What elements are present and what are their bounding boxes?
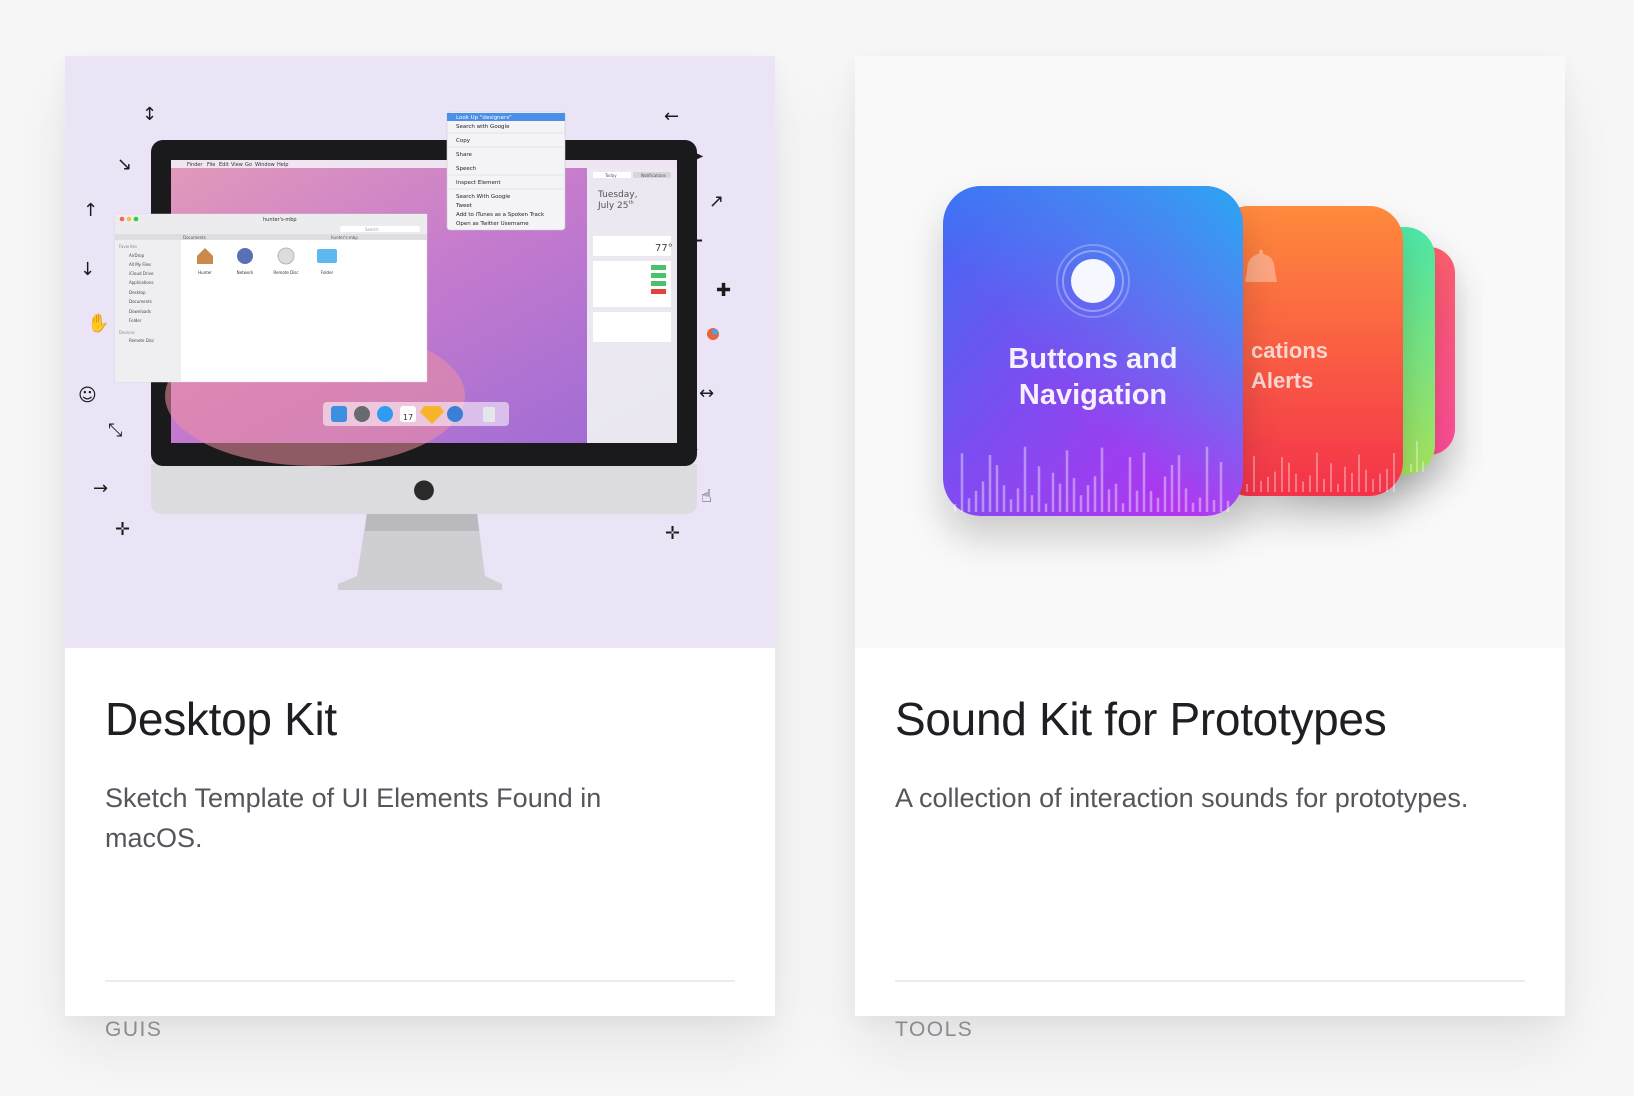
- divider: [895, 980, 1525, 982]
- sound-kit-hero-image: cations Alerts Buttons and Navigation: [855, 56, 1565, 648]
- svg-text:Today: Today: [604, 173, 617, 178]
- notification-date: July 25th: [597, 200, 634, 211]
- menubar-file: File: [207, 162, 215, 168]
- resize-diagonal-cursor-icon: ⤡: [108, 420, 122, 441]
- svg-text:Hunter: Hunter: [198, 270, 212, 275]
- alerts-card-label: Alerts: [1251, 368, 1313, 393]
- arrow-ne-cursor-icon: ↗: [709, 191, 724, 212]
- dock-messages-icon: [377, 406, 393, 422]
- card-description: Sketch Template of UI Elements Found in …: [105, 783, 602, 853]
- cell-cursor-icon: ✚: [716, 280, 731, 301]
- dock-finder-icon: [331, 406, 347, 422]
- svg-text:Downloads: Downloads: [129, 309, 151, 314]
- notification-day: Tuesday,: [597, 190, 637, 200]
- network-icon: [237, 248, 253, 264]
- divider: [105, 980, 735, 982]
- weather-temp: 77°: [655, 243, 673, 254]
- arrow-right-cursor-icon: →: [93, 478, 108, 499]
- arrow-left-cursor-icon: ←: [664, 106, 679, 127]
- svg-text:Copy: Copy: [456, 138, 471, 144]
- calendar-widget: [593, 312, 671, 342]
- svg-text:Remote Disc: Remote Disc: [129, 338, 154, 343]
- svg-text:Favorites: Favorites: [119, 244, 137, 249]
- remote-disc-icon: [277, 247, 295, 265]
- resize-se-cursor-icon: ↘: [117, 154, 132, 175]
- svg-text:Search with Google: Search with Google: [456, 124, 510, 130]
- crosshair-cursor-icon: ✛: [115, 519, 130, 540]
- svg-text:Inspect Element: Inspect Element: [456, 180, 501, 186]
- category-tag[interactable]: GUIS: [105, 1018, 162, 1042]
- card-title[interactable]: Desktop Kit: [105, 692, 337, 746]
- category-tag[interactable]: TOOLS: [895, 1018, 973, 1042]
- move-arrows-cursor-icon: ✛: [665, 523, 680, 544]
- finder-tab-mbp: hunter's-mbp: [331, 235, 358, 240]
- svg-text:Speech: Speech: [456, 166, 477, 172]
- menubar-view: View: [231, 162, 243, 168]
- card-description: A collection of interaction sounds for p…: [895, 783, 1469, 813]
- finder-search-input: Search: [365, 227, 379, 232]
- finder-title: hunter's-mbp: [263, 217, 297, 223]
- sound-kit-illustration: cations Alerts Buttons and Navigation: [943, 186, 1455, 516]
- dock-launchpad-icon: [354, 406, 370, 422]
- svg-text:Devices: Devices: [119, 330, 135, 335]
- dock-safari-icon: [447, 406, 463, 422]
- desktop-kit-card[interactable]: ↕ ↘ ↑ ↓ ✋ ☺ ⤡ → ✛ ← ➤ ↗ ✛ ✚ ↔ ↙ ☝ ✛: [65, 56, 775, 1041]
- finder-tab-documents: Documents: [183, 235, 206, 240]
- svg-text:Remote Disc: Remote Disc: [273, 270, 298, 275]
- svg-text:iCloud Drive: iCloud Drive: [129, 271, 154, 276]
- hand-cursor-icon: ☝: [701, 486, 712, 507]
- svg-text:All My Files: All My Files: [129, 262, 151, 267]
- svg-text:Tweet: Tweet: [455, 203, 473, 209]
- menubar-finder: Finder: [187, 162, 203, 168]
- svg-text:Desktop: Desktop: [129, 290, 146, 295]
- svg-text:Open as Twitter Username: Open as Twitter Username: [456, 221, 529, 227]
- svg-text:Folder: Folder: [321, 270, 334, 275]
- menubar-go: Go: [245, 162, 252, 168]
- svg-text:17: 17: [403, 413, 413, 422]
- sound-kit-card[interactable]: cations Alerts Buttons and Navigation So…: [855, 56, 1565, 1041]
- menubar-edit: Edit: [219, 162, 229, 168]
- pointer-cursor-icon: ☺: [78, 385, 97, 406]
- dock-trash-icon: [483, 407, 495, 422]
- svg-text:Notifications: Notifications: [641, 173, 666, 178]
- svg-text:Folder: Folder: [129, 318, 142, 323]
- desktop-kit-hero-image: ↕ ↘ ↑ ↓ ✋ ☺ ⤡ → ✛ ← ➤ ↗ ✛ ✚ ↔ ↙ ☝ ✛: [65, 56, 775, 648]
- front-card-label-line1: Buttons and: [1008, 343, 1177, 375]
- svg-text:Search With Google: Search With Google: [456, 194, 511, 200]
- menubar-help: Help: [277, 162, 288, 168]
- menubar-window: Window: [255, 162, 275, 168]
- svg-text:Share: Share: [456, 152, 472, 158]
- resize-ns-cursor-icon: ↕: [142, 104, 157, 125]
- imac-illustration: ↕ ↘ ↑ ↓ ✋ ☺ ⤡ → ✛ ← ➤ ↗ ✛ ✚ ↔ ↙ ☝ ✛: [78, 104, 731, 590]
- arrow-down-cursor-icon: ↓: [80, 259, 95, 280]
- svg-text:AirDrop: AirDrop: [129, 253, 145, 258]
- resize-ew-cursor-icon: ↔: [699, 383, 714, 404]
- card-title[interactable]: Sound Kit for Prototypes: [895, 692, 1387, 746]
- svg-text:Add to iTunes as a Spoken Trac: Add to iTunes as a Spoken Track: [456, 212, 545, 218]
- svg-text:Applications: Applications: [129, 280, 153, 285]
- svg-text:Documents: Documents: [129, 299, 152, 304]
- grab-hand-cursor-icon: ✋: [87, 312, 109, 334]
- svg-text:Look Up "designers": Look Up "designers": [456, 115, 512, 121]
- apple-logo-icon: ●: [413, 474, 436, 504]
- folder-icon: [317, 249, 337, 263]
- button-circle-icon: [1071, 259, 1115, 303]
- notifications-card-label: cations: [1251, 338, 1328, 363]
- front-card-label-line2: Navigation: [1019, 379, 1167, 411]
- arrow-up-cursor-icon: ↑: [83, 200, 98, 221]
- svg-text:Network: Network: [237, 270, 254, 275]
